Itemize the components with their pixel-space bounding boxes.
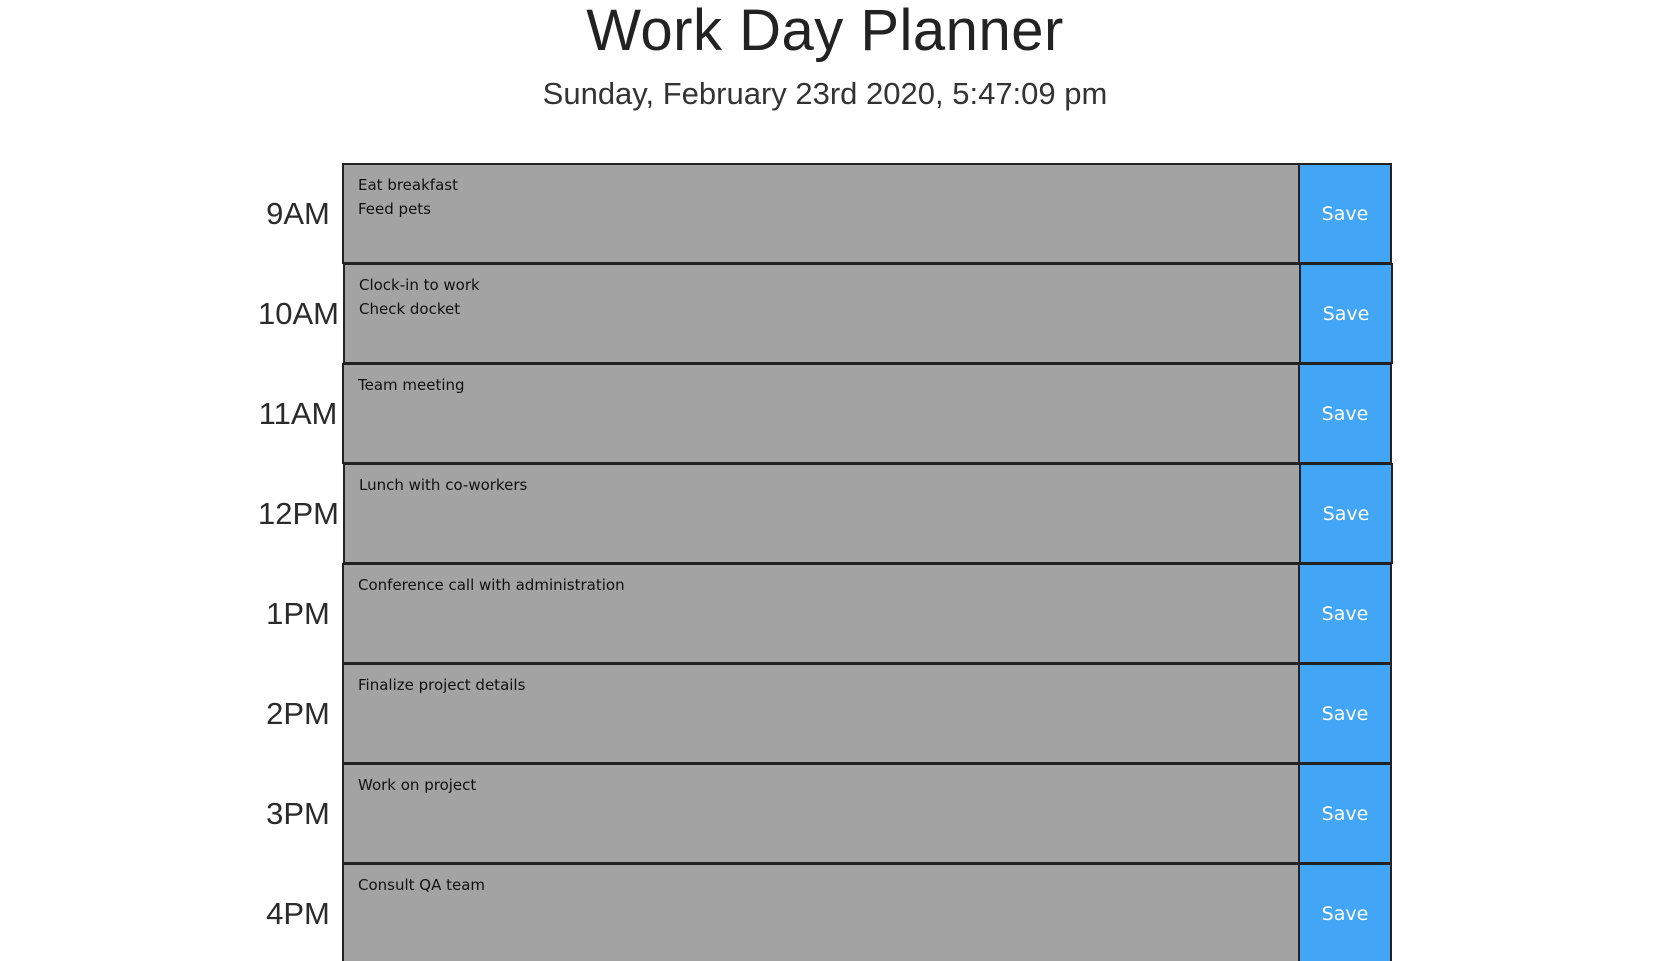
time-block-row: 2PM Finalize project details Save (258, 663, 1392, 764)
save-button[interactable]: Save (1298, 363, 1392, 464)
task-textarea[interactable]: Finalize project details (342, 663, 1298, 764)
task-textarea[interactable]: Eat breakfast Feed pets (342, 163, 1298, 264)
time-block-row: 3PM Work on project Save (258, 763, 1392, 864)
time-block-row: 12PM Lunch with co-workers Save (258, 463, 1393, 564)
task-textarea[interactable]: Work on project (342, 763, 1298, 864)
save-button[interactable]: Save (1298, 563, 1392, 664)
save-button[interactable]: Save (1298, 763, 1392, 864)
save-button[interactable]: Save (1298, 463, 1393, 564)
hour-label: 12PM (258, 496, 339, 531)
page-title: Work Day Planner (586, 0, 1064, 63)
task-textarea[interactable]: Team meeting (342, 363, 1298, 464)
time-block-row: 9AM Eat breakfast Feed pets Save (258, 163, 1392, 264)
hour-label: 10AM (258, 296, 339, 331)
task-textarea[interactable]: Clock-in to work Check docket (342, 263, 1299, 364)
save-button[interactable]: Save (1298, 263, 1393, 364)
hour-label: 3PM (266, 796, 330, 831)
save-button[interactable]: Save (1298, 163, 1392, 264)
save-button[interactable]: Save (1298, 663, 1392, 764)
hour-label: 4PM (266, 896, 330, 931)
task-textarea[interactable]: Conference call with administration (342, 563, 1298, 664)
hour-label: 11AM (258, 396, 338, 431)
save-button[interactable]: Save (1298, 863, 1392, 961)
time-block-row: 4PM Consult QA team Save (258, 863, 1392, 961)
time-block-row: 10AM Clock-in to work Check docket Save (258, 263, 1393, 364)
task-textarea[interactable]: Consult QA team (342, 863, 1298, 961)
hour-label: 2PM (266, 696, 330, 731)
time-block-row: 11AM Team meeting Save (258, 363, 1392, 464)
planner: 9AM Eat breakfast Feed pets Save 10AM Cl… (258, 163, 1393, 961)
time-block-row: 1PM Conference call with administration … (258, 563, 1392, 664)
task-textarea[interactable]: Lunch with co-workers (342, 463, 1299, 564)
hour-label: 9AM (266, 196, 330, 231)
current-datetime: Sunday, February 23rd 2020, 5:47:09 pm (542, 76, 1108, 111)
hour-label: 1PM (266, 596, 330, 631)
